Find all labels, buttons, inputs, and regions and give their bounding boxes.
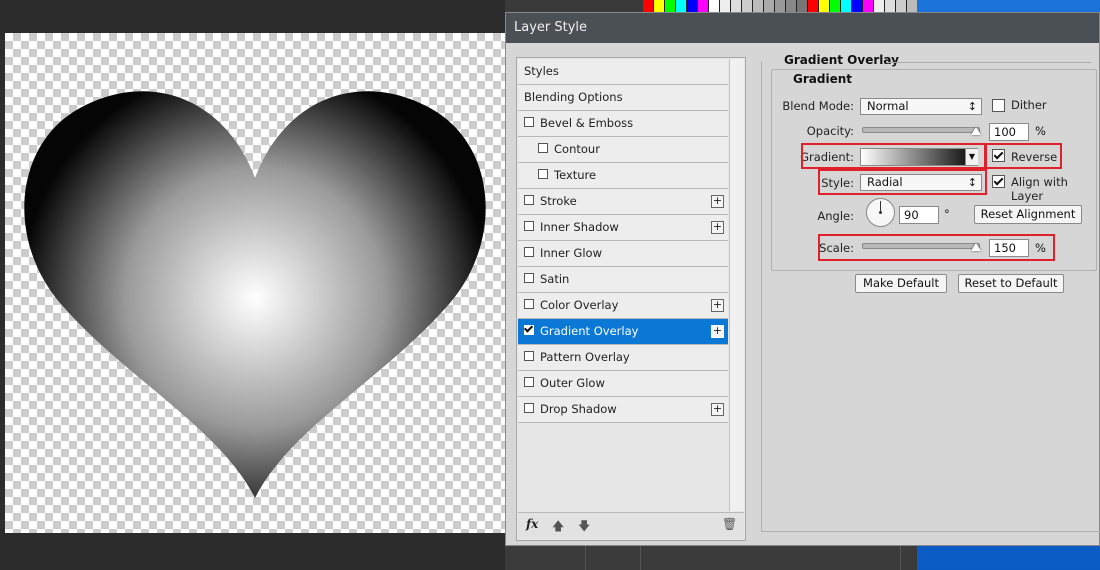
style-item-label: Contour xyxy=(554,142,600,156)
style-item-label: Outer Glow xyxy=(540,376,605,390)
align-with-layer-checkbox[interactable] xyxy=(992,175,1005,188)
gradient-overlay-checkbox[interactable] xyxy=(524,324,534,335)
move-up-icon[interactable]: 🡅 xyxy=(552,517,564,538)
style-item-drop-shadow[interactable]: Drop Shadow + xyxy=(518,397,728,423)
inner-glow-checkbox[interactable] xyxy=(524,246,534,257)
satin-checkbox[interactable] xyxy=(524,272,534,283)
angle-unit: ° xyxy=(944,207,950,221)
style-item-label: Styles xyxy=(524,64,559,78)
style-item-color-overlay[interactable]: Color Overlay + xyxy=(518,293,728,319)
style-item-satin[interactable]: Satin xyxy=(518,267,728,293)
style-item-label: Inner Shadow xyxy=(540,220,619,234)
styles-panel: Styles Blending Options Bevel & Emboss C… xyxy=(516,57,746,541)
dialog-title: Layer Style xyxy=(506,13,1099,43)
document-canvas[interactable] xyxy=(5,33,505,533)
opacity-slider[interactable] xyxy=(862,127,981,135)
add-stroke-icon[interactable]: + xyxy=(711,195,724,208)
style-item-pattern-overlay[interactable]: Pattern Overlay xyxy=(518,345,728,371)
angle-label: Angle: xyxy=(817,209,854,223)
layer-style-dialog: Layer Style Styles Blending Options Beve… xyxy=(505,12,1100,546)
style-item-label: Satin xyxy=(540,272,570,286)
heart-shape xyxy=(24,91,486,498)
style-item-label: Inner Glow xyxy=(540,246,602,260)
trash-icon[interactable]: 🗑 xyxy=(722,517,737,531)
opacity-label: Opacity: xyxy=(806,124,854,138)
align-with-layer-label: Align with Layer xyxy=(1011,175,1068,203)
reverse-highlight-box xyxy=(984,143,1062,169)
style-item-label: Pattern Overlay xyxy=(540,350,630,364)
blend-mode-value: Normal xyxy=(867,99,909,113)
blend-mode-label: Blend Mode: xyxy=(782,99,854,113)
stroke-checkbox[interactable] xyxy=(524,194,534,205)
pattern-overlay-checkbox[interactable] xyxy=(524,350,534,361)
styles-list: Styles Blending Options Bevel & Emboss C… xyxy=(518,59,728,423)
style-item-inner-glow[interactable]: Inner Glow xyxy=(518,241,728,267)
reset-alignment-button[interactable]: Reset Alignment xyxy=(974,205,1082,224)
style-item-stroke[interactable]: Stroke + xyxy=(518,189,728,215)
add-inner-shadow-icon[interactable]: + xyxy=(711,221,724,234)
section-divider xyxy=(886,62,1091,63)
select-arrows-icon: ↕ xyxy=(967,100,977,113)
add-gradient-overlay-icon[interactable]: + xyxy=(711,325,724,338)
move-down-icon[interactable]: 🡇 xyxy=(578,517,590,538)
style-item-label: Blending Options xyxy=(524,90,623,104)
scale-highlight-box xyxy=(818,234,1055,261)
style-item-blending-options[interactable]: Blending Options xyxy=(518,85,728,111)
style-item-label: Gradient Overlay xyxy=(540,324,639,338)
style-item-label: Texture xyxy=(554,168,597,182)
color-overlay-checkbox[interactable] xyxy=(524,298,534,309)
gradient-highlight-box xyxy=(801,143,987,169)
angle-dial-center xyxy=(879,211,882,214)
reset-to-default-button[interactable]: Reset to Default xyxy=(958,274,1064,293)
style-item-label: Color Overlay xyxy=(540,298,619,312)
add-color-overlay-icon[interactable]: + xyxy=(711,299,724,312)
angle-dial[interactable] xyxy=(866,198,895,227)
opacity-input[interactable]: 100 xyxy=(989,123,1029,141)
outer-glow-checkbox[interactable] xyxy=(524,376,534,387)
style-item-texture[interactable]: Texture xyxy=(518,163,728,189)
style-item-outer-glow[interactable]: Outer Glow xyxy=(518,371,728,397)
inner-shadow-checkbox[interactable] xyxy=(524,220,534,231)
opacity-slider-thumb[interactable] xyxy=(971,127,981,135)
dither-label: Dither xyxy=(1011,98,1047,112)
style-highlight-box xyxy=(818,169,987,195)
style-item-contour[interactable]: Contour xyxy=(518,137,728,163)
styles-footer: fx 🡅 🡇 🗑 xyxy=(518,512,744,539)
opacity-unit: % xyxy=(1035,124,1046,138)
make-default-button[interactable]: Make Default xyxy=(855,274,947,293)
section-title: Gradient Overlay xyxy=(784,53,899,67)
style-item-inner-shadow[interactable]: Inner Shadow + xyxy=(518,215,728,241)
styles-scrollbar[interactable] xyxy=(729,59,744,511)
style-item-label: Drop Shadow xyxy=(540,402,617,416)
bevel-emboss-checkbox[interactable] xyxy=(524,116,534,127)
contour-checkbox[interactable] xyxy=(538,142,548,153)
drop-shadow-checkbox[interactable] xyxy=(524,402,534,413)
texture-checkbox[interactable] xyxy=(538,168,548,179)
style-item-bevel-emboss[interactable]: Bevel & Emboss xyxy=(518,111,728,137)
style-item-label: Stroke xyxy=(540,194,577,208)
blend-mode-select[interactable]: Normal ↕ xyxy=(860,98,982,115)
style-item-styles[interactable]: Styles xyxy=(518,59,728,85)
style-item-label: Bevel & Emboss xyxy=(540,116,634,130)
angle-input[interactable]: 90 xyxy=(899,206,939,224)
add-drop-shadow-icon[interactable]: + xyxy=(711,403,724,416)
dither-checkbox[interactable] xyxy=(992,99,1005,112)
fx-icon[interactable]: fx xyxy=(526,517,538,531)
group-title: Gradient xyxy=(789,72,856,86)
style-item-gradient-overlay[interactable]: Gradient Overlay + xyxy=(518,319,728,345)
